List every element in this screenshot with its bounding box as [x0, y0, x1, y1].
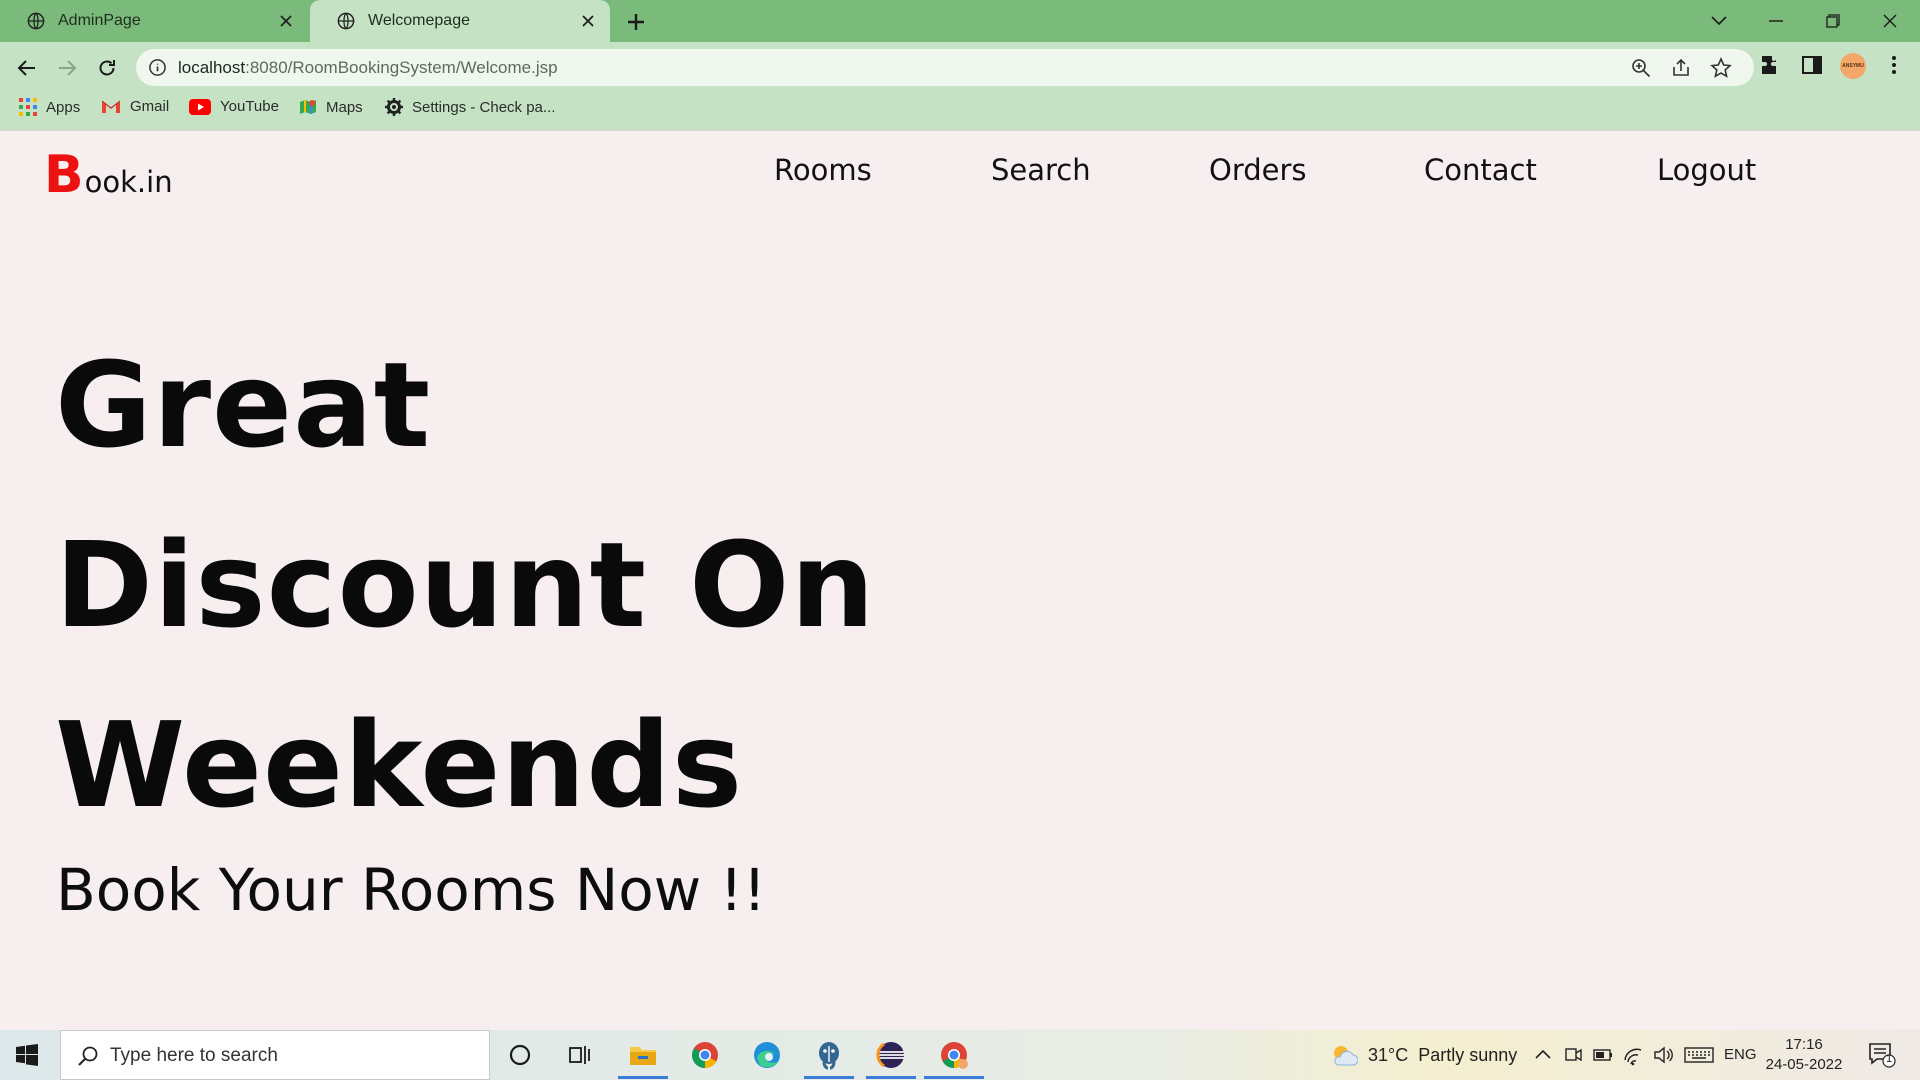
bookmark-settings[interactable]: Settings - Check pa... [385, 98, 555, 116]
edge-icon[interactable] [752, 1040, 782, 1070]
gear-icon [385, 98, 403, 116]
notification-center-icon[interactable]: 1 [1868, 1042, 1896, 1068]
nav-contact[interactable]: Contact [1424, 153, 1537, 187]
tab-title: AdminPage [58, 12, 141, 29]
hero-heading-line-1: Great [55, 336, 432, 474]
close-window-icon[interactable] [1877, 8, 1903, 34]
youtube-icon [189, 98, 211, 115]
file-explorer-icon[interactable] [628, 1040, 658, 1070]
new-tab-icon[interactable] [624, 10, 648, 34]
hero-heading-line-3: Weekends [55, 696, 744, 834]
back-icon[interactable] [11, 52, 43, 84]
tab-adminpage[interactable]: AdminPage [0, 0, 308, 42]
side-panel-icon[interactable] [1800, 53, 1824, 77]
nav-rooms[interactable]: Rooms [774, 153, 872, 187]
keyboard-icon[interactable] [1684, 1044, 1714, 1066]
show-hidden-icons-chevron-icon[interactable] [1532, 1044, 1554, 1066]
bookmarks-bar: Apps Gmail YouTube Maps Settings - Check… [0, 93, 1920, 125]
active-indicator [804, 1076, 854, 1079]
nav-logout[interactable]: Logout [1657, 153, 1756, 187]
site-logo[interactable]: B ook.in [44, 149, 173, 201]
nav-orders[interactable]: Orders [1209, 153, 1307, 187]
input-language[interactable]: ENG [1724, 1046, 1757, 1063]
profile-avatar[interactable]: ANSYMU [1840, 53, 1866, 79]
taskbar-clock[interactable]: 17:16 24-05-2022 [1764, 1035, 1844, 1075]
chrome-profile-icon[interactable] [939, 1040, 969, 1070]
bookmark-youtube[interactable]: YouTube [189, 98, 279, 115]
address-bar[interactable]: localhost:8080/RoomBookingSystem/Welcome… [136, 49, 1754, 86]
postgresql-icon[interactable] [814, 1040, 844, 1070]
reload-icon[interactable] [91, 52, 123, 84]
bookmark-star-icon[interactable] [1710, 57, 1732, 79]
tab-title: Welcomepage [368, 12, 470, 29]
hero-heading-line-2: Discount On [55, 516, 876, 654]
restore-icon[interactable] [1820, 8, 1846, 34]
hero-subheading: Book Your Rooms Now !! [56, 856, 767, 924]
windows-taskbar: Type here to search 31°C Partly sunny EN… [0, 1030, 1920, 1080]
weather-widget[interactable]: 31°C Partly sunny [1330, 1043, 1517, 1067]
forward-icon[interactable] [51, 52, 83, 84]
chrome-icon[interactable] [690, 1040, 720, 1070]
bookmark-maps[interactable]: Maps [299, 98, 363, 116]
active-indicator [866, 1076, 916, 1079]
globe-icon [337, 12, 355, 30]
tab-welcomepage[interactable]: Welcomepage [310, 0, 610, 42]
task-view-icon[interactable] [565, 1040, 595, 1070]
battery-icon[interactable] [1592, 1044, 1614, 1066]
globe-icon [27, 12, 45, 30]
meet-now-icon[interactable] [1562, 1044, 1584, 1066]
bookmark-apps[interactable]: Apps [19, 98, 80, 116]
minimize-icon[interactable] [1763, 8, 1789, 34]
taskbar-search-box[interactable]: Type here to search [60, 1030, 490, 1080]
url-text[interactable]: localhost:8080/RoomBookingSystem/Welcome… [178, 58, 558, 78]
volume-icon[interactable] [1652, 1044, 1674, 1066]
apps-grid-icon [19, 98, 37, 116]
site-info-icon[interactable] [148, 58, 167, 77]
maps-icon [300, 100, 316, 114]
more-menu-icon[interactable] [1882, 53, 1906, 77]
wifi-icon[interactable] [1622, 1044, 1644, 1066]
close-tab-icon[interactable] [276, 11, 296, 31]
zoom-icon[interactable] [1630, 57, 1652, 79]
close-tab-icon[interactable] [578, 11, 598, 31]
browser-toolbar: localhost:8080/RoomBookingSystem/Welcome… [0, 42, 1920, 130]
active-indicator [618, 1076, 668, 1079]
extensions-icon[interactable] [1759, 53, 1783, 77]
nav-search[interactable]: Search [991, 153, 1091, 187]
tab-search-chevron-icon[interactable] [1706, 8, 1732, 34]
browser-tab-bar: AdminPage Welcomepage [0, 0, 1920, 42]
share-icon[interactable] [1670, 57, 1692, 79]
eclipse-icon[interactable] [876, 1040, 906, 1070]
partly-sunny-icon [1334, 1046, 1358, 1066]
cortana-icon[interactable] [505, 1040, 535, 1070]
welcome-page: B ook.in Rooms Search Orders Contact Log… [0, 130, 1920, 1030]
gmail-icon [101, 100, 121, 113]
bookmark-gmail[interactable]: Gmail [101, 98, 169, 115]
active-indicator [924, 1076, 984, 1079]
windows-start-icon[interactable] [16, 1044, 38, 1066]
search-icon [78, 1046, 98, 1066]
